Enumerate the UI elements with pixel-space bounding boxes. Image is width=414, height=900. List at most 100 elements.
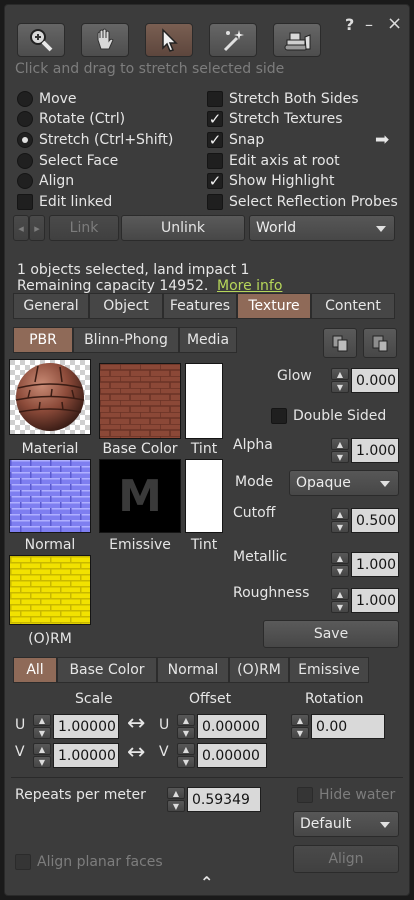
align-planar-checkbox[interactable] xyxy=(15,854,31,870)
select-face-radio[interactable] xyxy=(17,153,33,169)
tab-features[interactable]: Features xyxy=(163,293,237,319)
spin-down-icon[interactable]: ▼ xyxy=(331,521,349,533)
double-sided-checkbox[interactable] xyxy=(271,408,287,424)
scale-v-input[interactable]: 1.00000 xyxy=(53,743,119,768)
close-icon[interactable]: × xyxy=(387,15,402,33)
roughness-input[interactable]: 1.000 xyxy=(351,588,399,613)
align-radio[interactable] xyxy=(17,173,33,189)
cutoff-spinner[interactable]: ▲ ▼ xyxy=(331,508,349,533)
more-info-link[interactable]: More info xyxy=(217,279,282,293)
spin-up-icon[interactable]: ▲ xyxy=(331,552,349,564)
tab-map-base-color[interactable]: Base Color xyxy=(57,657,157,683)
orm-swatch[interactable] xyxy=(9,555,91,625)
tab-map-normal[interactable]: Normal xyxy=(157,657,229,683)
collapse-chevron-icon[interactable]: ⌃ xyxy=(200,875,213,891)
base-color-swatch[interactable] xyxy=(99,363,181,439)
glow-spinner[interactable]: ▲ ▼ xyxy=(331,368,349,393)
tab-object[interactable]: Object xyxy=(89,293,163,319)
roughness-spinner[interactable]: ▲ ▼ xyxy=(331,588,349,613)
scale-u-spinner[interactable]: ▲ ▼ xyxy=(33,714,51,739)
tint-swatch[interactable] xyxy=(185,363,223,439)
offset-u-input[interactable]: 0.00000 xyxy=(197,714,267,739)
select-tool-button[interactable] xyxy=(145,23,193,57)
paste-button[interactable] xyxy=(363,328,397,358)
material-swatch[interactable] xyxy=(9,359,91,435)
grab-tool-button[interactable] xyxy=(81,23,129,57)
emissive-swatch[interactable]: M xyxy=(99,459,181,533)
metallic-input[interactable]: 1.000 xyxy=(351,552,399,577)
spin-down-icon[interactable]: ▼ xyxy=(33,756,51,768)
help-icon[interactable]: ? xyxy=(345,17,354,33)
spin-up-icon[interactable]: ▲ xyxy=(33,714,51,726)
spin-down-icon[interactable]: ▼ xyxy=(177,727,195,739)
spin-down-icon[interactable]: ▼ xyxy=(177,756,195,768)
align-button[interactable]: Align xyxy=(293,845,399,873)
rotation-input[interactable]: 0.00 xyxy=(311,714,385,739)
stretch-both-checkbox[interactable] xyxy=(207,91,223,107)
stretch-textures-checkbox[interactable]: ✓ xyxy=(207,111,223,127)
reflection-probes-checkbox[interactable] xyxy=(207,194,223,210)
spin-down-icon[interactable]: ▼ xyxy=(331,601,349,613)
spin-up-icon[interactable]: ▲ xyxy=(167,787,185,799)
stretch-radio[interactable] xyxy=(17,132,33,148)
rotation-spinner[interactable]: ▲ ▼ xyxy=(291,714,309,739)
spin-up-icon[interactable]: ▲ xyxy=(177,743,195,755)
move-radio[interactable] xyxy=(17,91,33,107)
spin-up-icon[interactable]: ▲ xyxy=(33,743,51,755)
tab-general[interactable]: General xyxy=(13,293,89,319)
copy-button[interactable] xyxy=(323,328,357,358)
prev-part-button[interactable]: ◂ xyxy=(13,215,29,241)
edit-axis-checkbox[interactable] xyxy=(207,153,223,169)
spin-down-icon[interactable]: ▼ xyxy=(331,381,349,393)
emissive-tint-swatch[interactable] xyxy=(185,459,223,533)
snap-options-arrow-icon[interactable]: ➡ xyxy=(375,132,389,149)
spin-up-icon[interactable]: ▲ xyxy=(291,714,309,726)
scale-v-spinner[interactable]: ▲ ▼ xyxy=(33,743,51,768)
offset-v-input[interactable]: 0.00000 xyxy=(197,743,267,768)
spin-up-icon[interactable]: ▲ xyxy=(331,588,349,600)
edit-linked-checkbox[interactable] xyxy=(17,194,33,210)
glow-input[interactable]: 0.000 xyxy=(351,368,399,393)
offset-v-spinner[interactable]: ▲ ▼ xyxy=(177,743,195,768)
tab-map-orm[interactable]: (O)RM xyxy=(229,657,289,683)
spin-down-icon[interactable]: ▼ xyxy=(331,565,349,577)
alpha-spinner[interactable]: ▲ ▼ xyxy=(331,438,349,463)
spin-down-icon[interactable]: ▼ xyxy=(331,451,349,463)
rotate-radio[interactable] xyxy=(17,111,33,127)
cutoff-input[interactable]: 0.500 xyxy=(351,508,399,533)
default-dropdown[interactable]: Default xyxy=(293,811,399,837)
hide-water-checkbox[interactable] xyxy=(297,787,313,803)
zoom-tool-button[interactable] xyxy=(17,23,65,57)
show-highlight-checkbox[interactable]: ✓ xyxy=(207,173,223,189)
repeats-input[interactable]: 0.59349 xyxy=(187,787,261,812)
coordinate-system-dropdown[interactable]: World xyxy=(249,215,395,241)
flip-u-icon[interactable]: ↔ xyxy=(127,713,145,735)
tab-map-emissive[interactable]: Emissive xyxy=(289,657,369,683)
build-tool-button[interactable] xyxy=(209,23,257,57)
tab-content[interactable]: Content xyxy=(311,293,395,319)
tab-blinn-phong[interactable]: Blinn-Phong xyxy=(73,327,179,353)
spin-up-icon[interactable]: ▲ xyxy=(331,438,349,450)
normal-swatch[interactable] xyxy=(9,459,91,533)
snap-checkbox[interactable]: ✓ xyxy=(207,132,223,148)
spin-down-icon[interactable]: ▼ xyxy=(167,800,185,812)
scale-u-input[interactable]: 1.00000 xyxy=(53,714,119,739)
tab-pbr[interactable]: PBR xyxy=(13,327,73,353)
alpha-input[interactable]: 1.000 xyxy=(351,438,399,463)
minimize-icon[interactable]: – xyxy=(365,17,373,33)
metallic-spinner[interactable]: ▲ ▼ xyxy=(331,552,349,577)
next-part-button[interactable]: ▸ xyxy=(29,215,45,241)
alpha-mode-dropdown[interactable]: Opaque xyxy=(289,470,399,496)
land-tool-button[interactable] xyxy=(273,23,321,57)
offset-u-spinner[interactable]: ▲ ▼ xyxy=(177,714,195,739)
link-button[interactable]: Link xyxy=(49,215,119,241)
repeats-spinner[interactable]: ▲ ▼ xyxy=(167,787,185,812)
flip-v-icon[interactable]: ↔ xyxy=(127,742,145,764)
tab-media[interactable]: Media xyxy=(179,327,237,353)
spin-up-icon[interactable]: ▲ xyxy=(331,508,349,520)
spin-down-icon[interactable]: ▼ xyxy=(291,727,309,739)
unlink-button[interactable]: Unlink xyxy=(121,215,245,241)
save-button[interactable]: Save xyxy=(263,620,399,648)
tab-map-all[interactable]: All xyxy=(13,657,57,683)
spin-up-icon[interactable]: ▲ xyxy=(177,714,195,726)
